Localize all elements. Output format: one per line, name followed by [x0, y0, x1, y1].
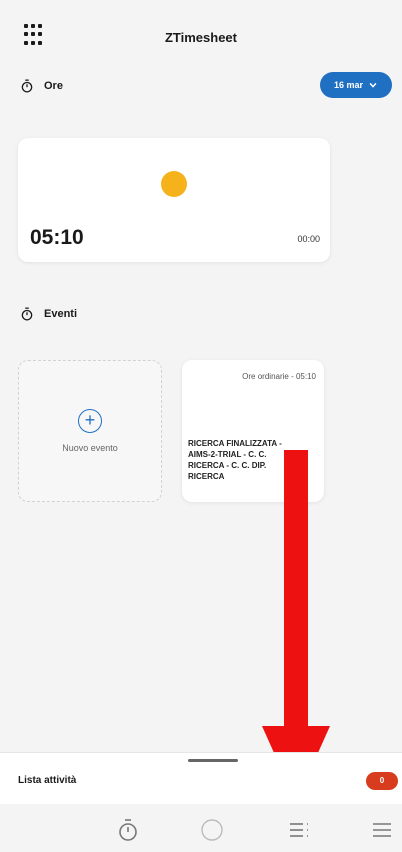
- stopwatch-icon: [119, 819, 137, 841]
- activity-count-badge: 0: [366, 772, 398, 790]
- date-selector-button[interactable]: 16 mar: [320, 72, 392, 98]
- tab-timer[interactable]: [116, 818, 140, 842]
- events-section-header: Eventi: [20, 307, 77, 321]
- new-event-label: Nuovo evento: [62, 443, 118, 453]
- new-event-button[interactable]: + Nuovo evento: [18, 360, 162, 502]
- tab-bar: [0, 804, 402, 852]
- hours-section-header: Ore: [20, 79, 63, 93]
- event-type: Ore ordinarie - 05:10: [242, 372, 316, 381]
- hours-total: 05:10: [30, 226, 84, 249]
- top-bar: ZTimesheet: [0, 0, 402, 75]
- app-title: ZTimesheet: [164, 30, 237, 45]
- events-section-label: Eventi: [44, 308, 78, 320]
- stopwatch-icon: [21, 307, 33, 321]
- chevron-down-icon: [369, 82, 377, 88]
- circle-icon: [201, 819, 223, 841]
- list-icon: [290, 823, 308, 837]
- activity-sheet[interactable]: Lista attività 0: [0, 752, 402, 804]
- drag-handle[interactable]: [188, 759, 238, 762]
- stopwatch-icon: [21, 79, 33, 93]
- menu-icon: [373, 823, 391, 837]
- sun-icon: [161, 171, 187, 197]
- activity-list-label: Lista attività: [18, 775, 77, 786]
- plus-circle-icon: +: [78, 409, 102, 433]
- arrow-down-icon: [262, 450, 330, 802]
- date-selector-label: 16 mar: [333, 80, 364, 90]
- hours-section-label: Ore: [44, 80, 63, 92]
- tab-home[interactable]: [200, 818, 224, 842]
- hours-secondary: 00:00: [297, 234, 320, 244]
- hours-summary-card[interactable]: 05:10 00:00: [18, 138, 330, 262]
- tab-menu[interactable]: [370, 818, 394, 842]
- tab-list[interactable]: [287, 818, 311, 842]
